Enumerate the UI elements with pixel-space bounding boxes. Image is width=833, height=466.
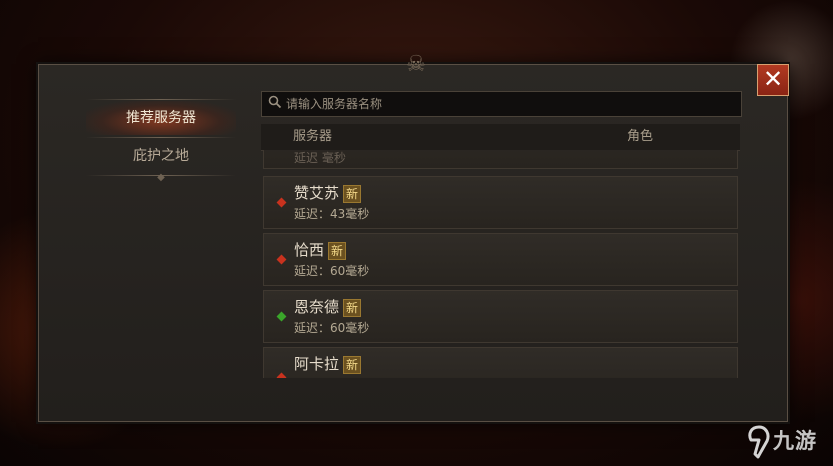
background-text-blur xyxy=(240,424,560,438)
server-name: 阿卡拉 xyxy=(294,355,340,373)
list-item-server[interactable]: 恰西新 延迟：60毫秒 xyxy=(263,233,738,286)
status-indicator-icon xyxy=(276,311,287,322)
nav-item-sanctuary[interactable]: 庇护之地 xyxy=(86,139,236,173)
nav-item-recommended[interactable]: 推荐服务器 xyxy=(86,101,236,135)
list-item-server[interactable]: 阿卡拉新 xyxy=(263,347,738,378)
list-item-server[interactable]: 赞艾苏新 延迟：43毫秒 xyxy=(263,176,738,229)
watermark-text: 九游 xyxy=(773,429,817,453)
server-latency: 延迟：60毫秒 xyxy=(294,321,370,335)
new-badge: 新 xyxy=(328,241,347,260)
table-header: 服务器 角色 xyxy=(261,124,740,151)
new-badge: 新 xyxy=(343,298,362,317)
new-badge: 新 xyxy=(343,355,362,374)
nav-divider xyxy=(86,137,236,138)
server-name-row: 阿卡拉新 xyxy=(294,354,362,374)
skull-ornament-icon: ☠ xyxy=(406,52,426,77)
server-name: 恩奈德 xyxy=(294,298,340,316)
server-list[interactable]: 延迟 毫秒 赞艾苏新 延迟：43毫秒 恰西新 延迟：60毫秒 恩奈德新 延迟：6… xyxy=(261,150,740,378)
server-latency: 延迟：43毫秒 xyxy=(294,207,370,221)
site-watermark: 九游 xyxy=(745,422,829,462)
server-name-row: 恩奈德新 xyxy=(294,297,362,317)
partial-row-text: 延迟 毫秒 xyxy=(294,151,346,165)
server-name-row: 赞艾苏新 xyxy=(294,183,362,203)
search-input[interactable] xyxy=(286,92,726,116)
column-header-role: 角色 xyxy=(627,129,654,144)
column-header-server: 服务器 xyxy=(293,129,333,144)
server-name: 恰西 xyxy=(294,241,325,259)
server-name-row: 恰西新 xyxy=(294,240,347,260)
status-indicator-icon xyxy=(276,372,287,378)
watermark-logo-icon xyxy=(748,425,770,459)
list-item-partial: 延迟 毫秒 xyxy=(263,150,738,169)
nav-divider xyxy=(86,99,236,100)
nav-ornament-icon: ◆ xyxy=(157,172,165,183)
list-item-server[interactable]: 恩奈德新 延迟：60毫秒 xyxy=(263,290,738,343)
close-button[interactable]: ✕ xyxy=(757,64,789,96)
server-name: 赞艾苏 xyxy=(294,184,340,202)
search-box[interactable] xyxy=(261,91,742,117)
server-latency: 延迟：60毫秒 xyxy=(294,264,370,278)
status-indicator-icon xyxy=(276,197,287,208)
search-icon xyxy=(268,95,282,109)
status-indicator-icon xyxy=(276,254,287,265)
new-badge: 新 xyxy=(343,184,362,203)
